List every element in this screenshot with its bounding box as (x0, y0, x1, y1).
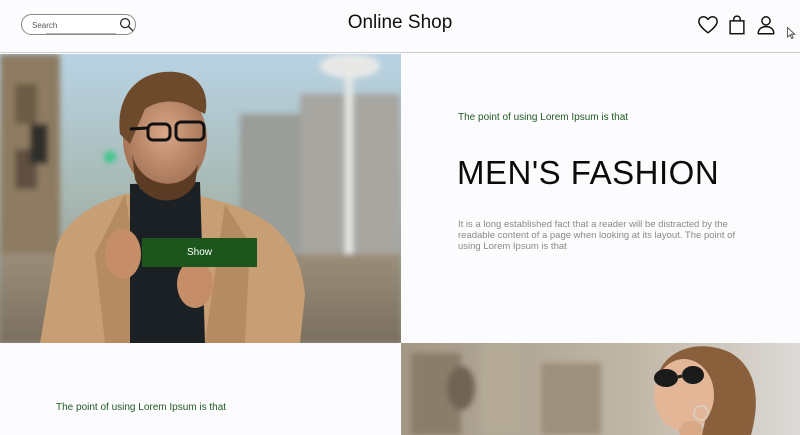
search-underline (46, 33, 116, 34)
mouse-cursor-icon (787, 27, 796, 39)
show-button[interactable]: Show (142, 238, 257, 267)
hero-image: Show (0, 54, 401, 343)
hero-title: MEN'S FASHION (457, 154, 720, 191)
hero-photo-man (0, 54, 401, 343)
second-section-text-panel: The point of using Lorem Ipsum is that (0, 343, 401, 435)
brand-title[interactable]: Online Shop (300, 12, 500, 34)
second-section-image (401, 343, 800, 435)
search-icon[interactable] (119, 17, 134, 32)
search-box[interactable] (21, 14, 136, 35)
photo-woman (401, 343, 800, 435)
shopping-bag-icon[interactable] (726, 14, 748, 36)
heart-icon[interactable] (697, 14, 719, 36)
hero-text-panel: The point of using Lorem Ipsum is that M… (401, 54, 800, 343)
search-input[interactable] (32, 18, 114, 32)
second-section-kicker: The point of using Lorem Ipsum is that (56, 402, 227, 413)
hero-kicker: The point of using Lorem Ipsum is that (458, 112, 629, 123)
hero-description: It is a long established fact that a rea… (458, 219, 736, 252)
site-header: Online Shop (0, 0, 800, 53)
user-icon[interactable] (755, 14, 777, 36)
